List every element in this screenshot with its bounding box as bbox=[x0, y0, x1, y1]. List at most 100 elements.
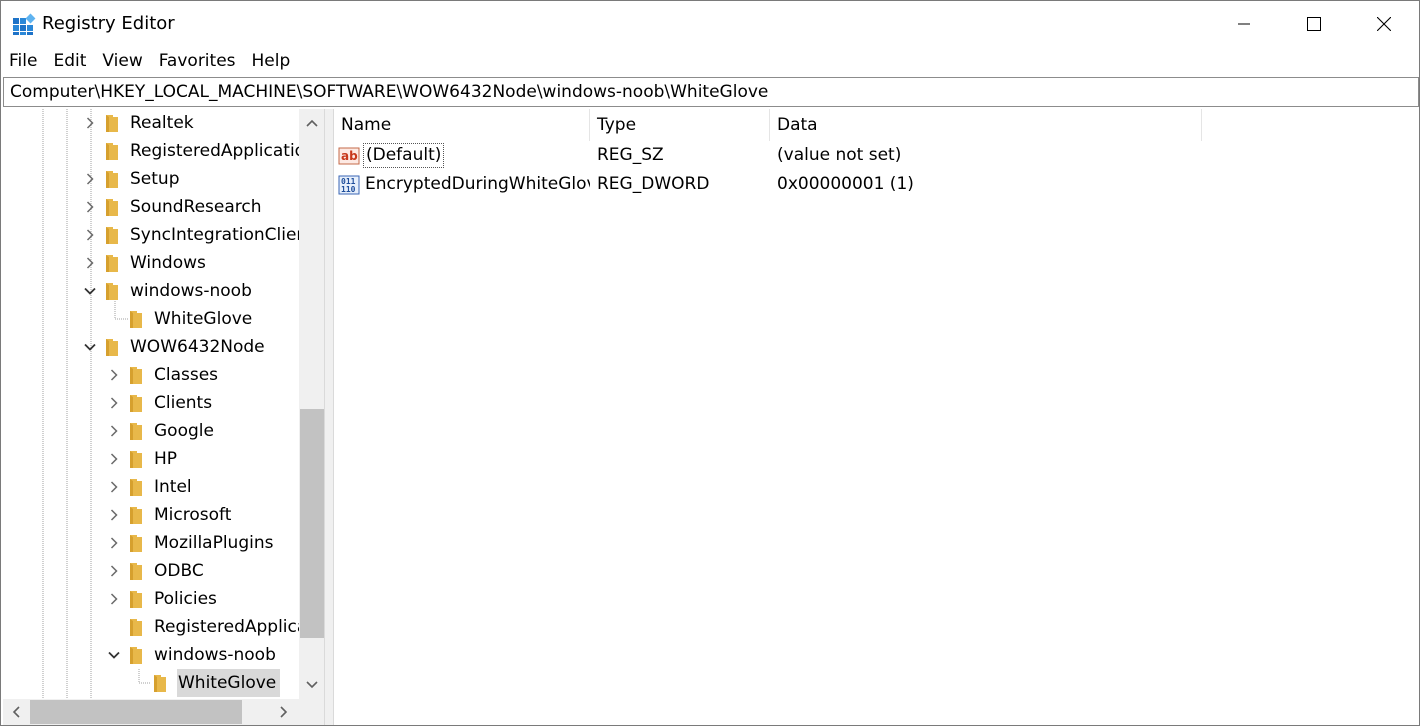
scroll-left-button[interactable] bbox=[3, 699, 29, 725]
tree-item[interactable]: WOW6432Node bbox=[81, 333, 269, 361]
tree-item[interactable]: Setup bbox=[81, 165, 183, 193]
chevron-right-icon[interactable] bbox=[81, 249, 99, 277]
value-row[interactable]: 011 110 EncryptedDuringWhiteGlove REG_DW… bbox=[334, 170, 1420, 199]
maximize-button[interactable] bbox=[1279, 1, 1349, 46]
title-bar[interactable]: Registry Editor bbox=[1, 1, 1419, 46]
tree-item[interactable]: SyncIntegrationClients bbox=[81, 221, 324, 249]
address-bar[interactable]: Computer\HKEY_LOCAL_MACHINE\SOFTWARE\WOW… bbox=[3, 77, 1419, 107]
close-button[interactable] bbox=[1349, 1, 1419, 46]
folder-icon bbox=[105, 197, 121, 217]
menu-help[interactable]: Help bbox=[244, 47, 299, 75]
chevron-right-icon[interactable] bbox=[81, 193, 99, 221]
tree-item[interactable]: Classes bbox=[105, 361, 222, 389]
menu-bar: File Edit View Favorites Help bbox=[1, 47, 298, 75]
tree-item-label: WhiteGlove bbox=[177, 669, 281, 697]
tree-item[interactable]: Microsoft bbox=[105, 501, 235, 529]
tree-item[interactable]: SoundResearch bbox=[81, 193, 266, 221]
menu-view[interactable]: View bbox=[94, 47, 150, 75]
tree-item-label: Google bbox=[154, 421, 214, 441]
folder-icon bbox=[105, 253, 121, 273]
tree-item-label: ODBC bbox=[154, 561, 204, 581]
tree-item[interactable]: HP bbox=[105, 445, 181, 473]
chevron-right-icon[interactable] bbox=[105, 389, 123, 417]
folder-icon bbox=[105, 281, 121, 301]
tree-vertical-scrollbar[interactable] bbox=[299, 109, 324, 699]
tree-item-label: windows-noob bbox=[154, 645, 276, 665]
tree-item[interactable]: MozillaPlugins bbox=[105, 529, 277, 557]
menu-favorites[interactable]: Favorites bbox=[151, 47, 244, 75]
chevron-right-icon[interactable] bbox=[105, 445, 123, 473]
horizontal-scroll-thumb[interactable] bbox=[30, 700, 242, 724]
tree-item-label: Microsoft bbox=[154, 505, 232, 525]
menu-file[interactable]: File bbox=[1, 47, 45, 75]
tree-item[interactable]: Windows bbox=[81, 249, 210, 277]
tree-item-label: Setup bbox=[130, 169, 180, 189]
chevron-right-icon[interactable] bbox=[105, 529, 123, 557]
minimize-icon bbox=[1238, 23, 1250, 24]
folder-icon bbox=[153, 673, 169, 693]
minimize-button[interactable] bbox=[1209, 1, 1279, 46]
chevron-down-icon[interactable] bbox=[81, 277, 99, 305]
chevron-right-icon[interactable] bbox=[105, 417, 123, 445]
value-row[interactable]: ab (Default) REG_SZ (value not set) bbox=[334, 141, 1420, 170]
chevron-left-icon bbox=[12, 706, 20, 718]
chevron-right-icon[interactable] bbox=[81, 165, 99, 193]
chevron-right-icon[interactable] bbox=[105, 501, 123, 529]
list-header: Name Type Data bbox=[334, 109, 1420, 141]
tree-item[interactable]: RegisteredApplications bbox=[81, 137, 324, 165]
scroll-up-button[interactable] bbox=[299, 109, 324, 137]
value-name[interactable]: EncryptedDuringWhiteGlove bbox=[363, 173, 590, 196]
values-list-pane[interactable]: Name Type Data ab (Default) REG_SZ (valu… bbox=[333, 109, 1419, 725]
tree-item[interactable]: WhiteGlove bbox=[105, 305, 256, 333]
pane-splitter[interactable] bbox=[325, 109, 333, 725]
tree-item-label: Clients bbox=[154, 393, 213, 413]
chevron-up-icon bbox=[306, 119, 318, 127]
chevron-right-icon[interactable] bbox=[105, 557, 123, 585]
tree-horizontal-scrollbar[interactable] bbox=[3, 699, 324, 725]
scroll-corner bbox=[299, 699, 324, 725]
tree-item[interactable]: Realtek bbox=[81, 109, 198, 137]
scroll-right-button[interactable] bbox=[271, 699, 297, 725]
column-header-type[interactable]: Type bbox=[590, 109, 770, 141]
menu-edit[interactable]: Edit bbox=[45, 47, 94, 75]
tree-item[interactable]: Google bbox=[105, 417, 218, 445]
tree-item-label: HP bbox=[154, 449, 178, 469]
binary-value-icon: 011 110 bbox=[338, 175, 360, 194]
folder-icon bbox=[129, 617, 145, 637]
tree-item-label: Realtek bbox=[130, 113, 194, 133]
folder-icon bbox=[105, 337, 121, 357]
chevron-right-icon[interactable] bbox=[105, 585, 123, 613]
vertical-scroll-thumb[interactable] bbox=[300, 409, 324, 638]
tree-item[interactable]: Clients bbox=[105, 389, 216, 417]
key-tree-pane[interactable]: Realtek RegisteredApplications Setup SoundR… bbox=[3, 109, 325, 725]
tree-item[interactable]: ODBC bbox=[105, 557, 208, 585]
scroll-down-button[interactable] bbox=[299, 671, 324, 699]
chevron-right-icon[interactable] bbox=[81, 109, 99, 137]
tree-item[interactable]: windows-noob bbox=[81, 277, 256, 305]
chevron-down-icon[interactable] bbox=[105, 641, 123, 669]
tree-item-label: MozillaPlugins bbox=[154, 533, 274, 553]
chevron-right-icon[interactable] bbox=[81, 221, 99, 249]
folder-icon bbox=[105, 113, 121, 133]
chevron-right-icon[interactable] bbox=[105, 473, 123, 501]
tree-item[interactable]: Intel bbox=[105, 473, 196, 501]
folder-icon bbox=[129, 449, 145, 469]
chevron-down-icon[interactable] bbox=[81, 333, 99, 361]
tree-item[interactable]: Policies bbox=[105, 585, 221, 613]
folder-icon bbox=[105, 141, 121, 161]
tree-item[interactable]: WhiteGlove bbox=[129, 669, 281, 697]
address-path[interactable]: Computer\HKEY_LOCAL_MACHINE\SOFTWARE\WOW… bbox=[10, 82, 768, 103]
column-header-name[interactable]: Name bbox=[334, 109, 590, 141]
chevron-right-icon[interactable] bbox=[105, 361, 123, 389]
tree-item[interactable]: RegisteredApplications bbox=[105, 613, 324, 641]
folder-icon bbox=[105, 169, 121, 189]
chevron-right-icon bbox=[280, 706, 288, 718]
tree-item[interactable]: windows-noob bbox=[105, 641, 280, 669]
close-icon bbox=[1377, 16, 1391, 31]
folder-icon bbox=[129, 309, 145, 329]
value-name[interactable]: (Default) bbox=[363, 143, 445, 168]
column-header-data[interactable]: Data bbox=[770, 109, 1202, 141]
